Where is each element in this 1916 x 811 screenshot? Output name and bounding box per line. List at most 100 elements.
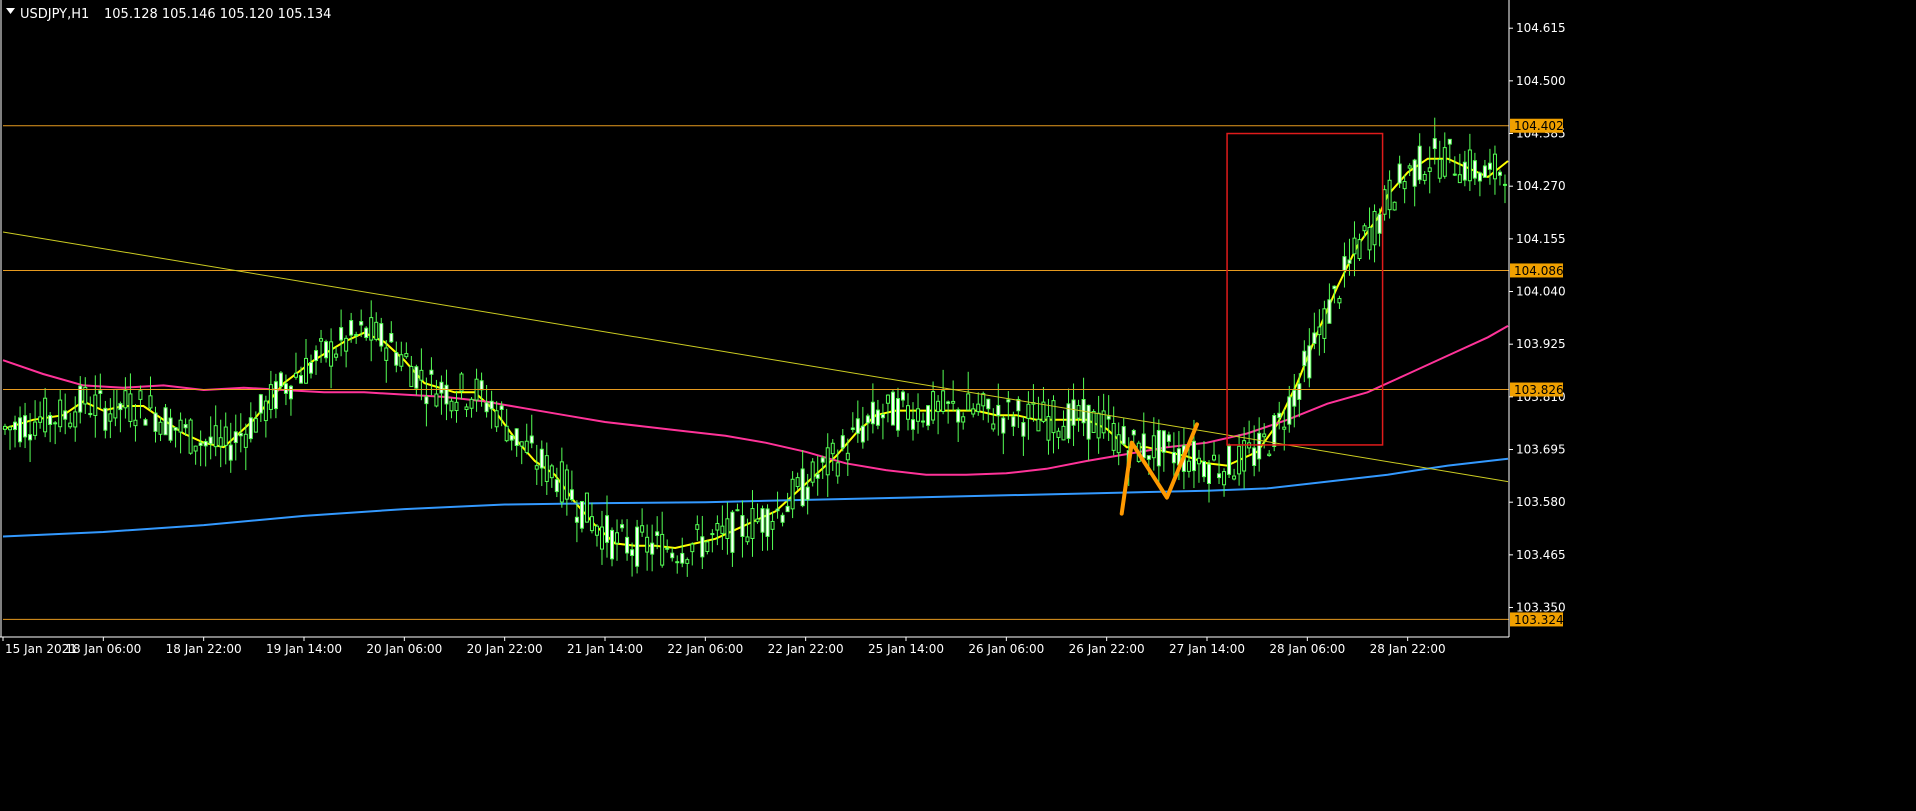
candle-body (329, 341, 334, 367)
candle-body (288, 385, 293, 400)
candle-body (916, 408, 921, 422)
candle-body (389, 333, 394, 343)
candle-body (1171, 451, 1176, 464)
candle-body (1217, 473, 1222, 479)
candle-body (805, 486, 810, 501)
candle-body (8, 426, 13, 431)
x-tick-label: 28 Jan 22:00 (1370, 642, 1446, 656)
candle-body (1001, 417, 1006, 434)
candle-body (941, 390, 946, 413)
candle-body (278, 372, 283, 387)
candle-body (620, 524, 625, 529)
candle-body (885, 394, 890, 404)
price-level-label: 104.086 (1514, 264, 1564, 278)
candle-body (1277, 412, 1282, 419)
candle-body (574, 516, 579, 523)
candle-body (309, 362, 314, 374)
candle-body (976, 403, 981, 413)
candle-body (439, 381, 444, 394)
chart-root: 104.615 104.500 104.385 104.270 104.155 104.0… (0, 0, 1916, 807)
candle-body (1156, 429, 1161, 467)
candle-body (599, 526, 604, 550)
candle-body (248, 417, 253, 440)
candle-body (1362, 225, 1367, 232)
candle-body (1051, 400, 1056, 434)
candle-body (770, 520, 775, 530)
candle-body (384, 347, 389, 361)
candle-body (193, 445, 198, 452)
candle-body (1337, 297, 1342, 304)
candle-body (1061, 425, 1066, 441)
candle-body (1342, 256, 1347, 271)
ohlc-values: 105.128 105.146 105.120 105.134 (104, 7, 331, 22)
candle-body (158, 421, 163, 435)
candle-body (128, 393, 133, 422)
candle-body (68, 422, 73, 428)
candle-body (1492, 153, 1497, 180)
candle-body (760, 508, 765, 533)
candle-body (890, 391, 895, 426)
candle-body (1407, 165, 1412, 169)
candle-body (1387, 179, 1392, 211)
candle-body (1026, 403, 1031, 419)
candle-body (584, 492, 589, 523)
candle-body (825, 447, 830, 476)
candle-body (123, 390, 128, 409)
candle-body (163, 407, 168, 436)
candle-body (414, 366, 419, 389)
x-tick-label: 21 Jan 14:00 (567, 642, 643, 656)
candle-body (1457, 174, 1462, 184)
candle-body (1397, 163, 1402, 184)
candle-body (840, 435, 845, 449)
symbol-label: USDJPY,H1 (20, 7, 89, 22)
candle-body (1272, 415, 1277, 447)
candle-body (675, 561, 680, 564)
candle-body (921, 420, 926, 423)
candle-body (494, 410, 499, 428)
candle-body (710, 533, 715, 536)
candle-body (464, 406, 469, 411)
chart-header[interactable]: USDJPY,H1 105.128 105.146 105.120 105.13… (6, 7, 331, 22)
candle-body (1257, 432, 1262, 460)
candle-body (1141, 433, 1146, 459)
candle-body (936, 400, 941, 413)
candle-body (780, 514, 785, 523)
candle-body (1086, 404, 1091, 440)
candle-body (554, 479, 559, 493)
candle-body (484, 402, 489, 413)
candle-body (956, 409, 961, 423)
candle-body (765, 508, 770, 537)
candle-body (1297, 383, 1302, 400)
candle-body (670, 552, 675, 559)
candle-body (579, 501, 584, 529)
candle-body (444, 384, 449, 405)
candle-body (93, 394, 98, 416)
candle-body (1402, 181, 1407, 190)
candle-body (369, 317, 374, 341)
candle-body (655, 531, 660, 537)
candle-body (705, 541, 710, 553)
candle-body (1232, 475, 1237, 480)
candle-body (454, 401, 459, 412)
candle-body (880, 413, 885, 419)
candle-body (775, 508, 780, 512)
candle-body (429, 369, 434, 375)
y-tick-label: 103.580 (1516, 495, 1566, 509)
y-tick-label: 104.155 (1516, 232, 1566, 246)
candle-body (233, 431, 238, 444)
candle-body (549, 465, 554, 479)
candle-body (685, 559, 690, 564)
candle-body (695, 524, 700, 530)
candle-body (349, 320, 354, 336)
candle-body (1477, 172, 1482, 182)
candle-body (1016, 398, 1021, 412)
candle-body (1417, 145, 1422, 181)
y-tick-label: 104.500 (1516, 74, 1566, 88)
candle-body (1237, 445, 1242, 475)
candle-body (273, 381, 278, 410)
candle-body (394, 352, 399, 366)
candle-body (700, 536, 705, 558)
candle-body (1282, 426, 1287, 430)
candle-body (569, 489, 574, 501)
candle-body (1327, 299, 1332, 324)
